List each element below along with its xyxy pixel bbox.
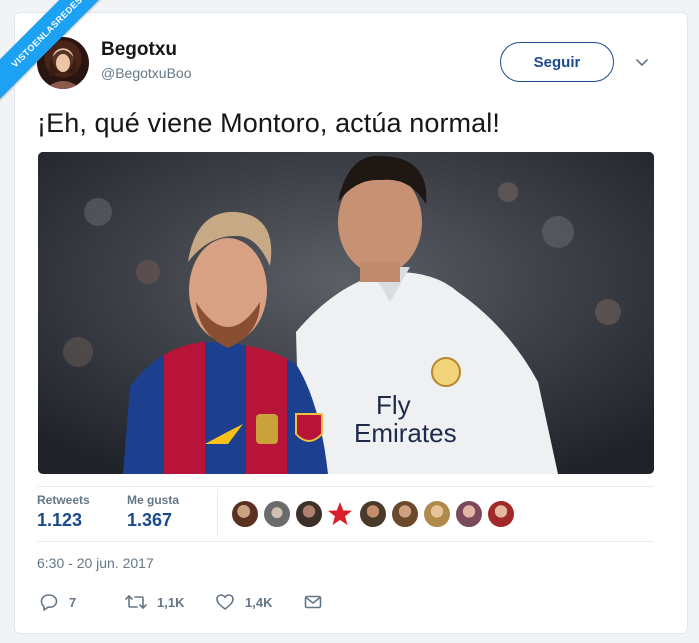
liker-avatar[interactable] [295, 500, 323, 528]
divider-top [37, 486, 654, 487]
like-count: 1,4K [245, 594, 273, 610]
tweet-text: ¡Eh, qué viene Montoro, actúa normal! [37, 108, 500, 138]
likes-label[interactable]: Me gusta [127, 493, 179, 507]
liker-avatar[interactable] [455, 500, 483, 528]
author-name[interactable]: Begotxu [101, 39, 177, 61]
sponsor-text-line2: Emirates [354, 418, 457, 448]
tweet-timestamp[interactable]: 6:30 - 20 jun. 2017 [37, 555, 154, 571]
liker-avatar[interactable] [391, 500, 419, 528]
retweet-icon [125, 595, 147, 609]
like-action[interactable]: 1,4K [215, 592, 272, 612]
liker-avatar[interactable] [423, 500, 451, 528]
follow-button[interactable]: Seguir [500, 42, 614, 82]
envelope-icon [304, 595, 322, 609]
chevron-down-icon[interactable] [634, 55, 650, 71]
reply-count: 7 [69, 594, 77, 610]
liker-avatar[interactable] [487, 500, 515, 528]
liker-avatar[interactable] [359, 500, 387, 528]
tweet-photo[interactable]: Fly Emirates [38, 152, 654, 474]
retweet-action[interactable]: 1,1K [125, 592, 184, 612]
sponsor-text-line1: Fly [376, 390, 411, 420]
liker-avatar[interactable] [231, 500, 259, 528]
reply-icon [40, 594, 58, 611]
message-action[interactable] [303, 592, 323, 612]
likes-count[interactable]: 1.367 [127, 510, 172, 531]
reply-action[interactable]: 7 [39, 592, 76, 612]
heart-icon [216, 594, 234, 610]
author-handle[interactable]: @BegotxuBoo [101, 65, 192, 81]
retweets-count[interactable]: 1.123 [37, 510, 82, 531]
star-avatar-icon[interactable] [326, 500, 354, 528]
stats-divider [217, 489, 218, 537]
retweet-count: 1,1K [157, 594, 185, 610]
divider-bottom [37, 541, 654, 542]
liker-avatar[interactable] [263, 500, 291, 528]
retweets-label[interactable]: Retweets [37, 493, 90, 507]
